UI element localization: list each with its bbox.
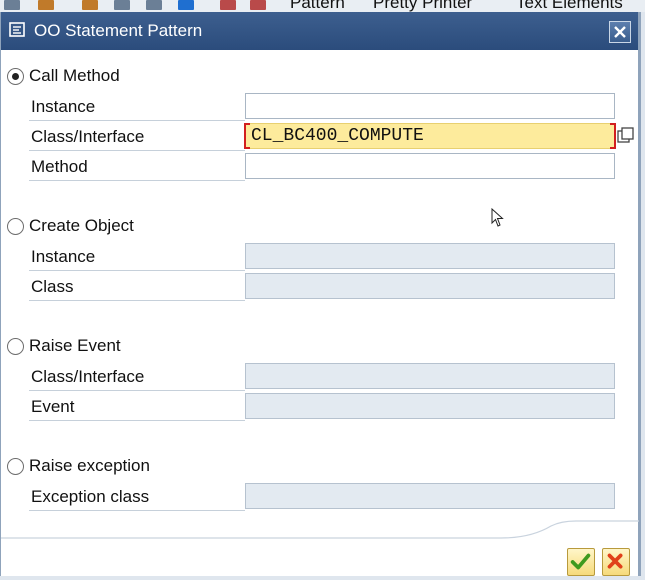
instance-input[interactable] [245, 93, 615, 119]
field-label: Event [31, 397, 75, 416]
label-underline [29, 300, 245, 301]
class-interface-input[interactable]: CL_BC400_COMPUTE [244, 123, 616, 149]
toolbar-icon[interactable] [114, 0, 130, 10]
dialog-title: OO Statement Pattern [34, 21, 203, 40]
pretty-printer-button[interactable]: Pretty Printer [373, 0, 472, 12]
field-label: Class/Interface [31, 367, 145, 386]
class-input-disabled [245, 273, 615, 299]
label-underline [29, 510, 245, 511]
raise-exception-class-row: Exception class [29, 481, 617, 511]
radio-button-selected[interactable] [7, 68, 24, 85]
field-label: Class/Interface [31, 127, 145, 146]
field-label: Class [31, 277, 74, 296]
radio-label: Raise exception [29, 456, 150, 475]
checkmark-icon [570, 553, 591, 570]
cancel-x-icon [607, 553, 623, 569]
instance-input-disabled [245, 243, 615, 269]
raise-event-class-row: Class/Interface [29, 361, 617, 391]
raise-event-event-row: Event [29, 391, 617, 421]
exception-class-input-disabled [245, 483, 615, 509]
field-label: Instance [31, 247, 96, 266]
field-label: Method [31, 157, 88, 176]
class-interface-input-disabled [245, 363, 615, 389]
field-label: Exception class [31, 487, 150, 506]
pattern-button[interactable]: Pattern [290, 0, 345, 12]
create-object-class-row: Class [29, 271, 617, 301]
dialog-title-bar[interactable]: OO Statement Pattern [1, 12, 638, 50]
toolbar-icon[interactable] [82, 0, 98, 10]
close-icon [614, 26, 626, 38]
toolbar-icon[interactable] [38, 0, 54, 10]
footer-divider [1, 520, 639, 539]
radio-button[interactable] [7, 218, 24, 235]
pattern-icon [9, 22, 25, 37]
label-underline [29, 420, 245, 421]
cancel-button[interactable] [602, 548, 630, 576]
call-method-instance-row: Instance [29, 91, 617, 121]
background-toolbar: Pattern Pretty Printer Text Elements [0, 0, 645, 12]
info-icon[interactable] [178, 0, 194, 10]
mouse-cursor-icon [491, 208, 504, 227]
call-method-class-row: Class/Interface CL_BC400_COMPUTE [29, 121, 634, 151]
method-input[interactable] [245, 153, 615, 179]
close-button[interactable] [609, 21, 631, 43]
label-underline [29, 180, 245, 181]
field-label: Instance [31, 97, 96, 116]
text-elements-button[interactable]: Text Elements [516, 0, 623, 12]
value-help-icon[interactable] [617, 127, 635, 145]
oo-statement-pattern-dialog: OO Statement Pattern Call Method Instanc… [0, 12, 641, 576]
radio-label: Raise Event [29, 336, 121, 355]
toolbar-icon[interactable] [250, 0, 266, 10]
radio-label: Create Object [29, 216, 134, 235]
toolbar-icon[interactable] [220, 0, 236, 10]
event-input-disabled [245, 393, 615, 419]
call-method-method-row: Method [29, 151, 617, 181]
radio-label: Call Method [29, 66, 120, 85]
radio-button[interactable] [7, 338, 24, 355]
radio-button[interactable] [7, 458, 24, 475]
create-object-instance-row: Instance [29, 241, 617, 271]
confirm-button[interactable] [567, 548, 595, 576]
toolbar-icon[interactable] [146, 0, 162, 10]
toolbar-icon[interactable] [4, 0, 20, 10]
